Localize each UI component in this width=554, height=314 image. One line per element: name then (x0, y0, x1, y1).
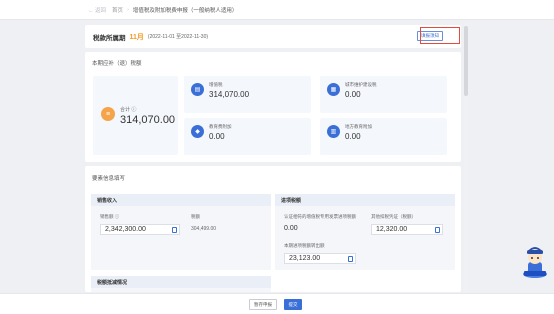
certified-vat-value: 0.00 (284, 225, 298, 232)
edit-icon[interactable] (435, 227, 440, 233)
tax-item-value: 0.00 (345, 132, 361, 141)
city-tax-icon: ▦ (327, 83, 340, 96)
save-draft-button[interactable]: 暂存申报 (249, 299, 277, 310)
scrollbar[interactable] (464, 22, 468, 292)
local-education-icon: ▥ (327, 125, 340, 138)
breadcrumb-separator: › (127, 6, 129, 13)
highlight-box (420, 27, 460, 44)
base-section-title: 要素信息填写 (92, 176, 126, 182)
certified-vat-label: 认证相符的增值税专用发票进项税额 (284, 214, 356, 219)
tax-item-education: ◆ 教育费附加 0.00 (184, 118, 311, 155)
input-tax-pane: 进项税额 认证相符的增值税专用发票进项税额 0.00 其他扣税凭证（税额） 12… (275, 194, 455, 270)
sales-amount-input[interactable]: 2,342,300.00 (100, 224, 180, 235)
vat-icon: ▤ (191, 83, 204, 96)
sales-title: 销售收入 (91, 194, 271, 206)
sales-tax-label: 税额 (191, 214, 200, 219)
tax-item-value: 314,070.00 (209, 90, 250, 99)
tax-item-label: 教育费附加 (209, 124, 232, 129)
bottom-action-bar: 暂存申报 提交 (0, 293, 554, 314)
tax-payable-card: 本期应补（退）税额 ≡ 合计 ⓘ 314,070.00 ▤ 增值税 314,07… (85, 52, 461, 162)
other-deduction-value: 12,320.00 (376, 226, 408, 233)
breadcrumb-bar: ← 返回 首页 › 增值税及附加税费申报（一般纳税人适用） (0, 0, 554, 20)
sales-amount-label: 销售额 ⓘ (100, 214, 120, 219)
total-icon: ≡ (101, 107, 115, 121)
period-month: 11月 (129, 33, 144, 41)
assistant-mascot-icon[interactable] (521, 244, 549, 278)
education-icon: ◆ (191, 125, 204, 138)
info-icon: ⓘ (131, 107, 137, 113)
sales-tax-value: 304,499.00 (191, 226, 217, 232)
tax-item-local-education: ▥ 地方教育附加 0.00 (320, 118, 447, 155)
input-transfer-value: 23,123.00 (289, 255, 321, 262)
input-transfer-label: 本期进项税额转出额 (284, 243, 325, 248)
tax-item-label: 地方教育附加 (345, 124, 372, 129)
other-deduction-label: 其他扣税凭证（税额） (371, 214, 416, 219)
info-icon: ⓘ (114, 214, 120, 219)
tax-item-city: ▦ 城市维护建设税 0.00 (320, 76, 447, 113)
sales-amount-value: 2,342,300.00 (105, 226, 146, 233)
tax-section-title: 本期应补（退）税额 (92, 61, 142, 67)
tax-item-label: 增值税 (209, 82, 223, 87)
other-deduction-input[interactable]: 12,320.00 (371, 224, 443, 235)
tax-item-vat: ▤ 增值税 314,070.00 (184, 76, 311, 113)
total-label: 合计 ⓘ (120, 107, 137, 113)
tax-item-value: 0.00 (209, 132, 225, 141)
tax-item-value: 0.00 (345, 90, 361, 99)
tax-item-label: 城市维护建设税 (345, 82, 377, 87)
back-label: 返回 (95, 7, 107, 14)
input-tax-title: 进项税额 (275, 194, 455, 206)
tax-period-card: 税款所属期 11月 (2022-11-01 至2022-11-30) 填报须知 (85, 25, 461, 48)
period-label: 税款所属期 (93, 34, 126, 42)
input-transfer-input[interactable]: 23,123.00 (284, 253, 356, 264)
base-info-card: 要素信息填写 销售收入 销售额 ⓘ 2,342,300.00 税额 304,49… (85, 166, 461, 292)
breadcrumb-current: 增值税及附加税费申报（一般纳税人适用） (132, 7, 238, 14)
scrollbar-thumb[interactable] (464, 26, 468, 96)
total-value: 314,070.00 (120, 114, 176, 126)
reduction-title: 税额抵减情况 (91, 276, 271, 288)
edit-icon[interactable] (172, 227, 177, 233)
reduction-pane: 税额抵减情况 (91, 276, 271, 292)
period-range: (2022-11-01 至2022-11-30) (147, 34, 209, 40)
sales-pane: 销售收入 销售额 ⓘ 2,342,300.00 税额 304,499.00 (91, 194, 271, 270)
breadcrumb-home[interactable]: 首页 (112, 6, 123, 14)
back-link[interactable]: ← 返回 (88, 6, 106, 14)
edit-icon[interactable] (348, 256, 353, 262)
total-box: ≡ 合计 ⓘ 314,070.00 (93, 76, 178, 155)
submit-button[interactable]: 提交 (284, 299, 302, 310)
